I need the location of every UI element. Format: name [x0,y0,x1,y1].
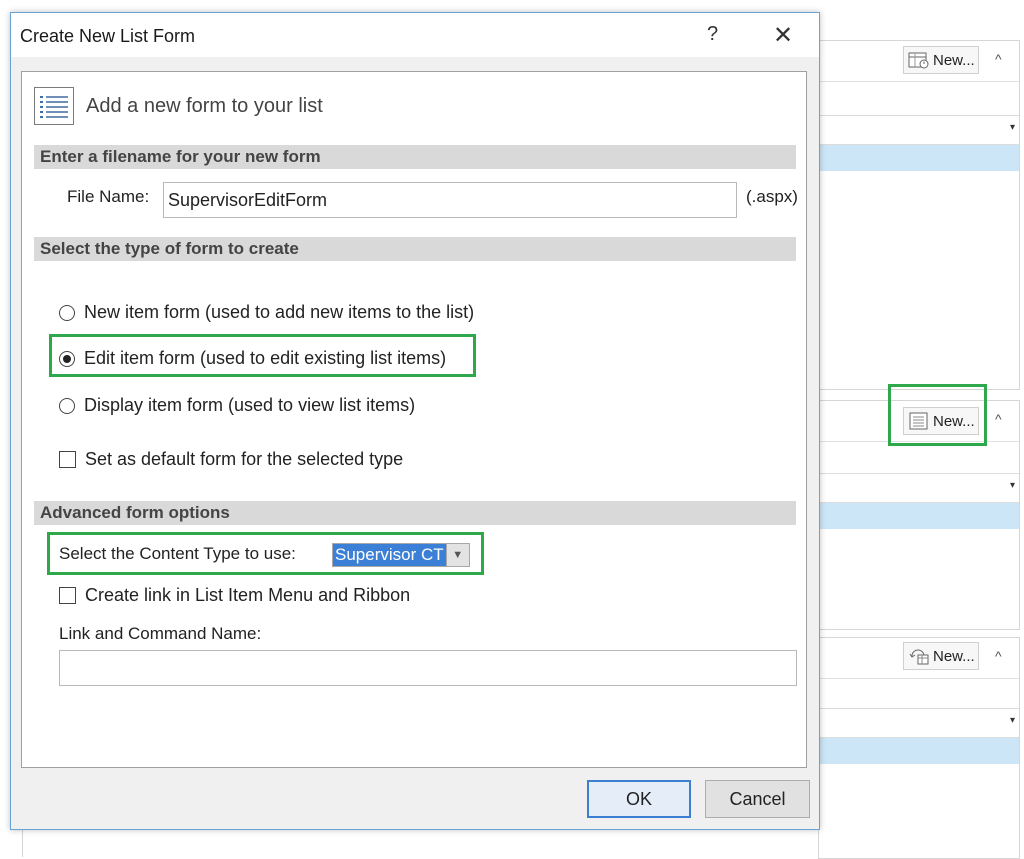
forms-list: ▾ [819,473,1019,503]
dropdown-arrow-icon[interactable]: ▾ [1010,480,1015,491]
file-extension-label: (.aspx) [746,187,798,206]
view-table-icon [908,51,930,69]
close-icon[interactable]: ✕ [773,21,793,50]
dialog-header: Add a new form to your list [34,86,323,126]
filename-section-header: Enter a filename for your new form [34,145,796,169]
create-list-form-dialog: Create New List Form ? ✕ Add a new form … [10,12,820,830]
highlight-content-type [47,532,484,575]
radio-button[interactable] [59,397,75,414]
views-panel: New... ^ ▾ [818,40,1020,390]
collapse-icon[interactable]: ^ [995,51,1002,67]
ok-button[interactable]: OK [587,780,691,818]
advanced-section-header: Advanced form options [34,501,796,525]
highlight-edit-item-form [49,334,476,377]
link-name-label: Link and Command Name: [59,624,262,643]
new-item-form-radio[interactable]: New item form (used to add new items to … [59,302,474,323]
new-item-form-label: New item form (used to add new items to … [84,302,475,322]
workflows-panel: New... ^ ▾ [818,637,1020,859]
display-item-form-radio[interactable]: Display item form (used to view list ite… [59,395,415,416]
dialog-content: Add a new form to your list Enter a file… [21,71,807,768]
forms-selected-row[interactable] [819,503,1019,529]
workflow-icon [908,647,930,665]
help-icon[interactable]: ? [707,23,718,46]
create-link-label: Create link in List Item Menu and Ribbon [85,585,411,605]
workflows-list: ▾ [819,708,1019,738]
workflows-selected-row[interactable] [819,738,1019,764]
create-link-checkbox[interactable]: Create link in List Item Menu and Ribbon [59,585,410,606]
set-default-form-label: Set as default form for the selected typ… [85,449,404,469]
views-selected-row[interactable] [819,145,1019,171]
file-name-label: File Name: [67,187,150,206]
cancel-button[interactable]: Cancel [705,780,810,818]
dialog-heading: Add a new form to your list [86,94,323,117]
dialog-title: Create New List Form [20,26,196,46]
form-icon [34,87,74,125]
file-name-input[interactable] [163,182,737,218]
highlight-forms-new [888,384,987,446]
link-name-input[interactable] [59,650,797,686]
checkbox[interactable] [59,587,76,604]
dropdown-arrow-icon[interactable]: ▾ [1010,122,1015,133]
checkbox[interactable] [59,451,76,468]
type-section-header: Select the type of form to create [34,237,796,261]
collapse-icon[interactable]: ^ [995,411,1002,427]
views-new-label: New... [933,51,975,69]
set-default-form-checkbox[interactable]: Set as default form for the selected typ… [59,449,403,470]
dropdown-arrow-icon[interactable]: ▾ [1010,715,1015,726]
collapse-icon[interactable]: ^ [995,648,1002,664]
workflows-new-label: New... [933,647,975,665]
radio-button[interactable] [59,304,75,321]
views-new-button[interactable]: New... [903,46,979,74]
dialog-titlebar: Create New List Form ? ✕ [11,13,819,57]
workflows-new-button[interactable]: New... [903,642,979,670]
views-list: ▾ [819,115,1019,145]
display-item-form-label: Display item form (used to view list ite… [84,395,416,415]
